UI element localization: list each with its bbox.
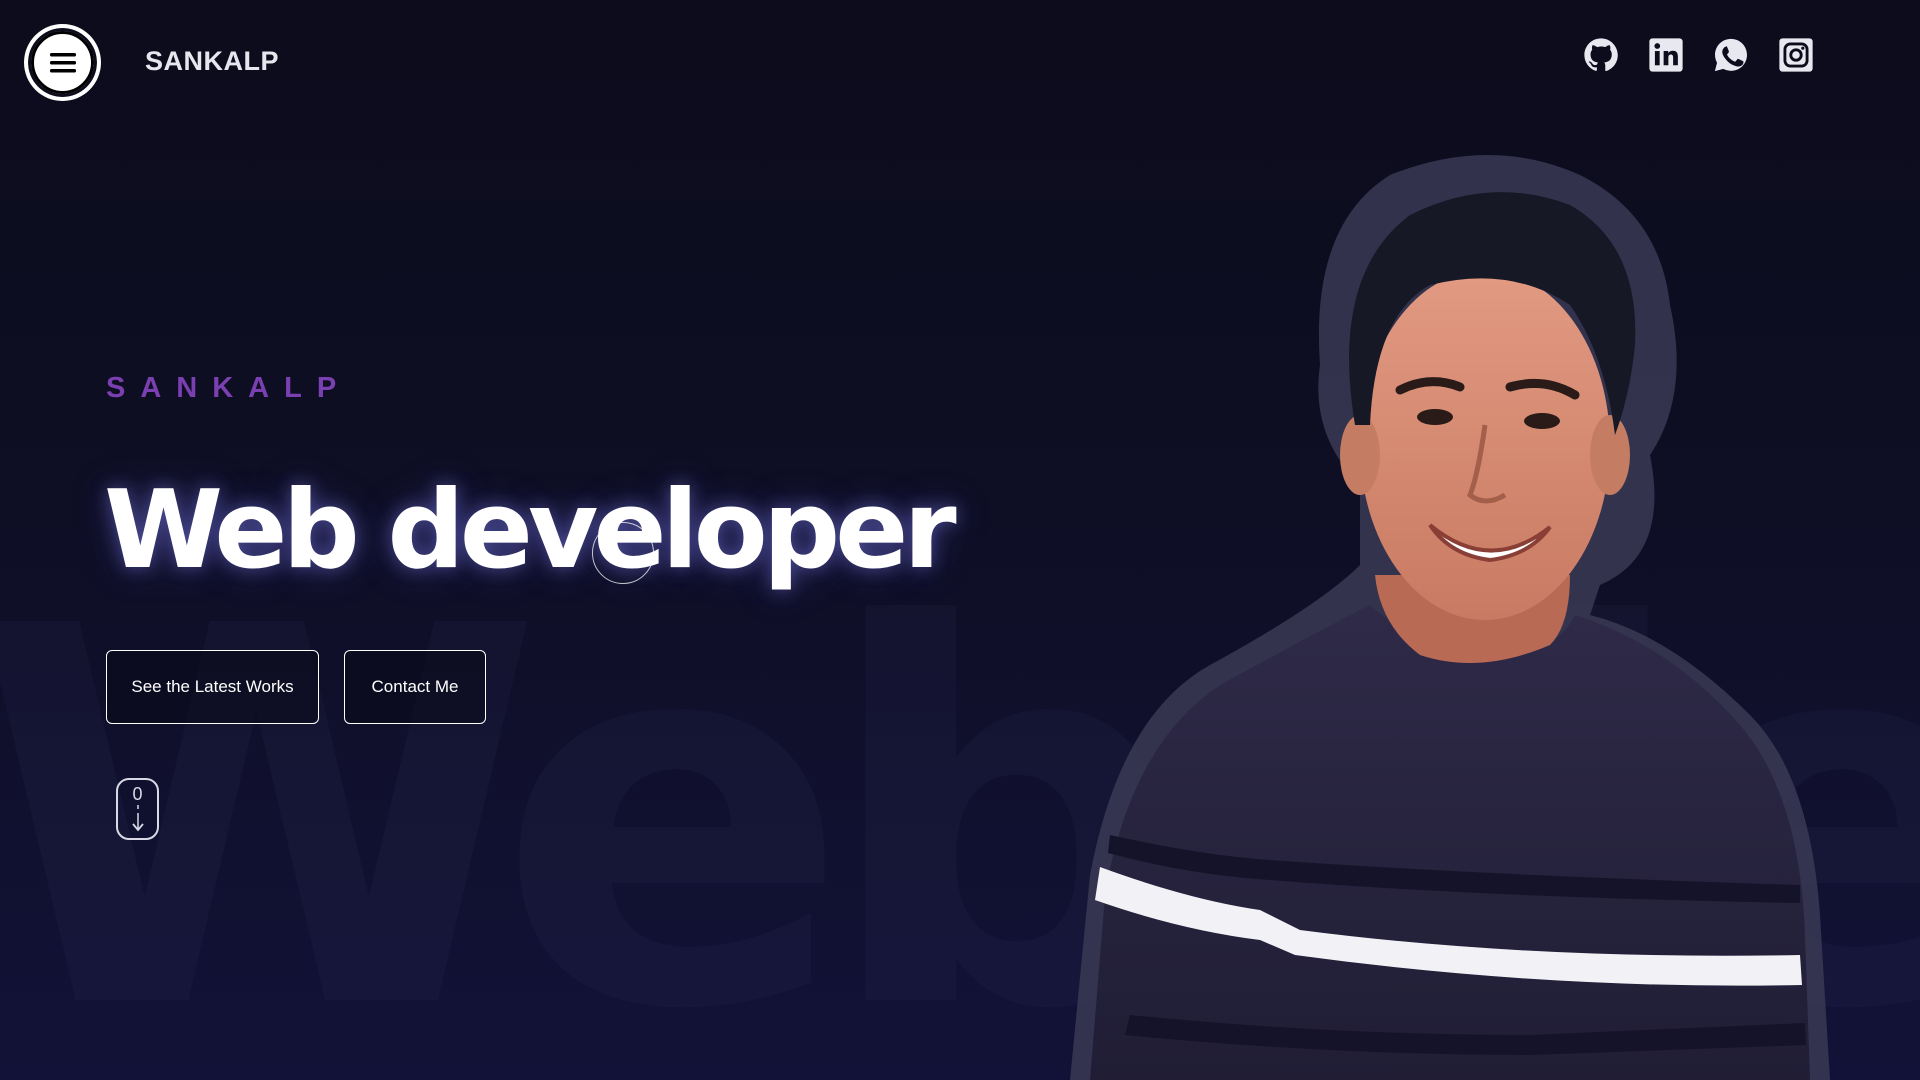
menu-button[interactable] — [25, 25, 100, 100]
github-link[interactable] — [1582, 36, 1620, 74]
instagram-link[interactable] — [1777, 36, 1815, 74]
latest-works-button[interactable]: See the Latest Works — [106, 650, 319, 724]
linkedin-icon — [1649, 38, 1683, 72]
profile-photo — [1070, 155, 1830, 1080]
custom-cursor — [592, 522, 654, 584]
hero-eyebrow: SANKALP — [106, 372, 352, 404]
hamburger-icon — [49, 52, 76, 72]
page: Web dev — [0, 0, 1920, 1080]
scroll-indicator-number: 0 — [132, 784, 143, 804]
whatsapp-icon — [1714, 38, 1747, 72]
arrow-down-icon — [132, 805, 144, 832]
contact-button[interactable]: Contact Me — [344, 650, 486, 724]
scroll-indicator[interactable]: 0 — [116, 778, 159, 840]
site-logo[interactable]: SANKALP — [145, 46, 279, 77]
social-links — [1582, 36, 1815, 74]
hero-headline: Web developer — [104, 468, 957, 593]
menu-button-ring — [31, 31, 94, 94]
whatsapp-link[interactable] — [1712, 36, 1750, 74]
instagram-icon — [1779, 38, 1813, 72]
github-icon — [1584, 38, 1618, 72]
linkedin-link[interactable] — [1647, 36, 1685, 74]
